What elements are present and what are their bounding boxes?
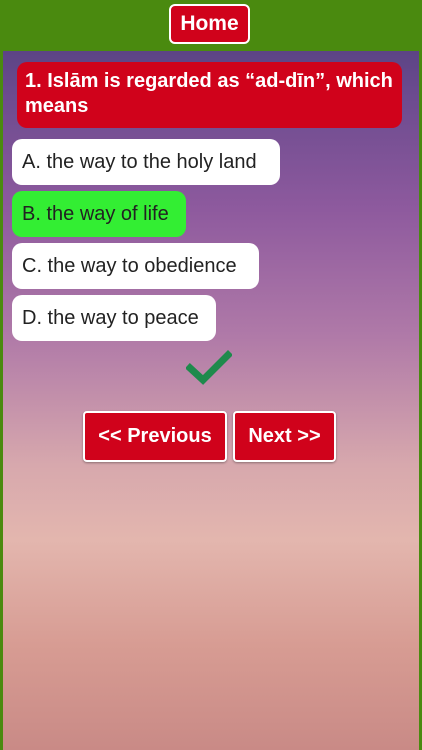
next-button[interactable]: Next >> xyxy=(233,411,336,462)
option-c[interactable]: C. the way to obedience xyxy=(12,243,259,289)
option-b[interactable]: B. the way of life xyxy=(12,191,186,237)
checkmark-icon xyxy=(186,350,232,385)
option-d[interactable]: D. the way to peace xyxy=(12,295,216,341)
home-button[interactable]: Home xyxy=(169,4,250,44)
question-text: 1. Islām is regarded as “ad-dīn”, which … xyxy=(17,62,402,128)
option-a[interactable]: A. the way to the holy land xyxy=(12,139,280,185)
previous-button[interactable]: << Previous xyxy=(83,411,227,462)
top-bar: Home xyxy=(0,0,422,51)
